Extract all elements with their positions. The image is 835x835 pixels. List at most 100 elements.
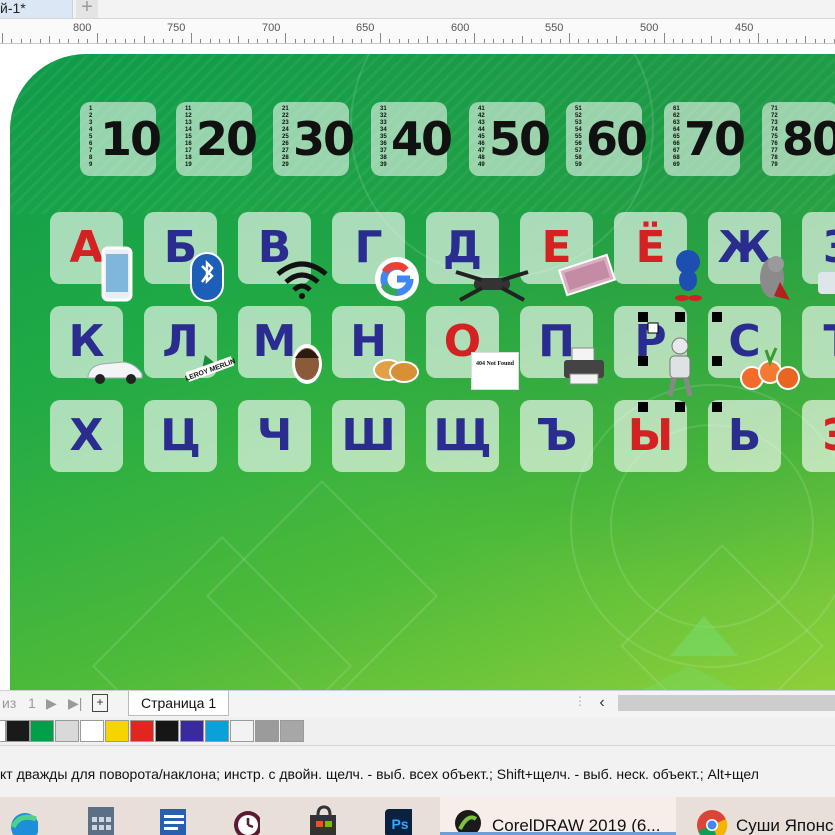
ruler-tick [711, 36, 712, 43]
number-card-80[interactable]: 71 72 73 74 75 76 77 78 79 80 [762, 102, 835, 176]
selection-handle[interactable] [638, 356, 648, 366]
sushi-rolls-icon[interactable] [736, 344, 808, 396]
letter-card[interactable]: Щ [426, 400, 499, 472]
page-tab-1[interactable]: Страница 1 [128, 691, 230, 716]
ruler-tick [588, 39, 589, 43]
drone-icon[interactable] [452, 262, 532, 304]
color-swatch[interactable] [130, 720, 154, 742]
color-swatch[interactable] [55, 720, 79, 742]
color-swatch[interactable] [6, 720, 30, 742]
selection-handle[interactable] [712, 312, 722, 322]
taskbar-coreldraw[interactable]: CorelDRAW 2019 (6... [440, 797, 676, 835]
add-tab-button[interactable]: + [76, 0, 98, 18]
leroy-merlin-logo[interactable]: LEROY MERLIN [184, 350, 236, 388]
photoshop-icon[interactable]: Ps [384, 805, 412, 835]
number-card-small: 61 62 63 64 65 66 67 68 69 [673, 106, 680, 168]
ruler-tick [21, 39, 22, 43]
ruler-tick [49, 36, 50, 43]
color-swatch[interactable] [155, 720, 179, 742]
ruler-tick [550, 39, 551, 43]
color-swatch[interactable] [105, 720, 129, 742]
color-swatch[interactable] [180, 720, 204, 742]
drawing-workspace[interactable]: 1 2 3 4 5 6 7 8 9 10 11 12 13 14 15 16 17… [0, 44, 835, 690]
letter-card[interactable]: Ъ [520, 400, 593, 472]
number-card-10[interactable]: 1 2 3 4 5 6 7 8 9 10 [80, 102, 162, 176]
letter-card[interactable]: Ш [332, 400, 405, 472]
bluetooth-icon[interactable] [190, 252, 224, 302]
sonic-character-icon[interactable] [668, 246, 708, 302]
ruler-tick [11, 39, 12, 43]
ruler-tick [626, 39, 627, 43]
document-tab[interactable]: й-1* [0, 0, 73, 18]
color-swatch[interactable] [205, 720, 229, 742]
splitter-handle-icon[interactable]: ⋮ [574, 694, 586, 708]
ruler-tick [418, 39, 419, 43]
page-of-label: из [2, 695, 17, 711]
selection-handle[interactable] [712, 356, 722, 366]
color-swatch[interactable] [280, 720, 304, 742]
car-icon[interactable] [84, 354, 146, 386]
ruler-tick [739, 39, 740, 43]
color-swatch[interactable] [80, 720, 104, 742]
status-hint: кт дважды для поворота/наклона; инстр. с… [0, 766, 759, 782]
banknote-icon[interactable] [556, 250, 618, 300]
letter-card[interactable]: Х [50, 400, 123, 472]
color-swatch[interactable] [230, 720, 254, 742]
wifi-icon[interactable] [274, 258, 330, 300]
edge-icon[interactable] [10, 805, 38, 835]
ruler-tick [465, 39, 466, 43]
ruler-tick [2, 33, 3, 43]
horizontal-scrollbar[interactable] [618, 695, 835, 711]
ruler-tick [371, 39, 372, 43]
number-card-60[interactable]: 51 52 53 54 55 56 57 58 59 60 [566, 102, 648, 176]
horizontal-ruler[interactable]: 800 750 700 650 600 550 500 450 [0, 19, 835, 44]
letter-card[interactable]: Э [802, 400, 835, 472]
clock-app-icon[interactable] [232, 805, 260, 835]
number-card-30[interactable]: 21 22 23 24 25 26 27 28 29 30 [273, 102, 355, 176]
color-swatch[interactable] [255, 720, 279, 742]
nuggets-icon[interactable] [368, 350, 424, 386]
ruler-tick [333, 36, 334, 43]
not-found-sticker[interactable]: 404 Not Found [471, 352, 519, 390]
number-card-big: 30 [293, 112, 355, 166]
selection-handle[interactable] [712, 402, 722, 412]
ruler-label: 750 [167, 22, 186, 34]
next-page-icon[interactable]: ▶ [46, 695, 57, 712]
printer-icon[interactable] [560, 344, 608, 388]
parrot-icon[interactable] [750, 252, 794, 304]
taskbar-chrome[interactable]: Суши Японс [680, 797, 835, 835]
letter-card[interactable]: Ч [238, 400, 311, 472]
ruler-tick [578, 39, 579, 43]
calculator-icon[interactable] [86, 805, 114, 835]
smartphone-icon[interactable] [100, 246, 134, 302]
last-page-icon[interactable]: ▶| [68, 695, 82, 712]
ruler-label: 600 [451, 22, 470, 34]
number-card-small: 51 52 53 54 55 56 57 58 59 [575, 106, 582, 168]
tab-strip: й-1* + [0, 0, 835, 19]
ruler-tick [512, 39, 513, 43]
add-page-icon[interactable]: + [92, 694, 108, 712]
color-swatch[interactable] [30, 720, 54, 742]
number-card-20[interactable]: 11 12 13 14 15 16 17 18 19 20 [176, 102, 258, 176]
number-card-70[interactable]: 61 62 63 64 65 66 67 68 69 70 [664, 102, 746, 176]
ruler-tick [682, 39, 683, 43]
number-card-small: 71 72 73 74 75 76 77 78 79 [771, 106, 778, 168]
face-sticker-icon[interactable] [290, 342, 324, 386]
selection-handle[interactable] [638, 402, 648, 412]
selection-handle[interactable] [638, 312, 648, 322]
number-card-40[interactable]: 31 32 33 34 35 36 37 38 39 40 [371, 102, 453, 176]
ruler-tick [815, 39, 816, 43]
google-logo-icon[interactable] [374, 256, 420, 302]
letter-card[interactable]: Ц [144, 400, 217, 472]
news-app-icon[interactable] [158, 805, 186, 835]
page-count: 1 [28, 695, 36, 711]
robot-icon[interactable] [656, 336, 702, 400]
number-card-50[interactable]: 41 42 43 44 45 46 47 48 49 50 [469, 102, 551, 176]
scroll-left-icon[interactable]: ‹ [592, 693, 612, 713]
ruler-tick [456, 39, 457, 43]
ruler-tick [267, 39, 268, 43]
selection-handle[interactable] [675, 312, 685, 322]
store-icon[interactable] [308, 805, 336, 835]
selection-handle[interactable] [675, 402, 685, 412]
number-card-big: 70 [684, 112, 746, 166]
